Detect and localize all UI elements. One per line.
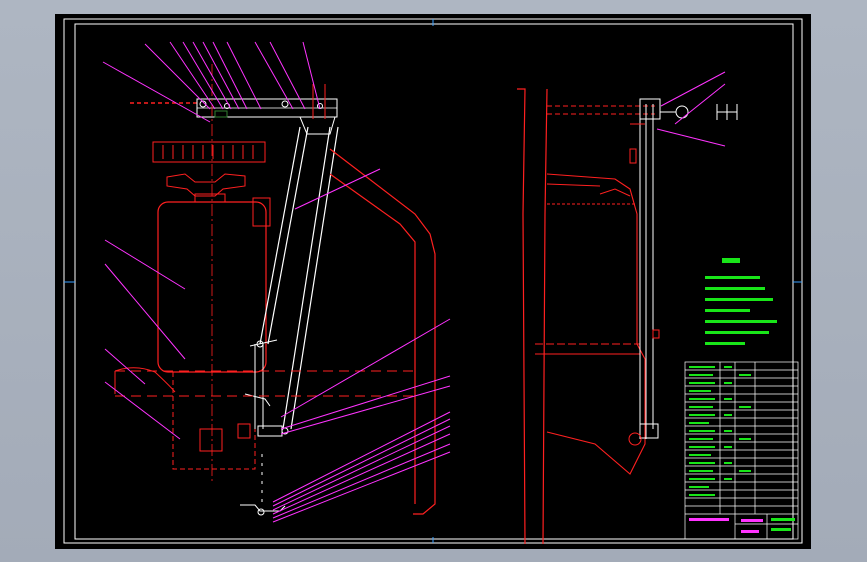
right-assembly-view xyxy=(517,71,738,545)
cad-viewport[interactable] xyxy=(0,0,867,562)
title-block xyxy=(684,361,799,540)
left-assembly-view xyxy=(102,41,451,523)
frame-center-marks xyxy=(64,19,802,543)
outer-frame xyxy=(63,18,803,544)
bom-text-marks xyxy=(689,366,795,533)
technical-notes xyxy=(705,258,777,345)
drawing-sheet xyxy=(55,14,811,549)
